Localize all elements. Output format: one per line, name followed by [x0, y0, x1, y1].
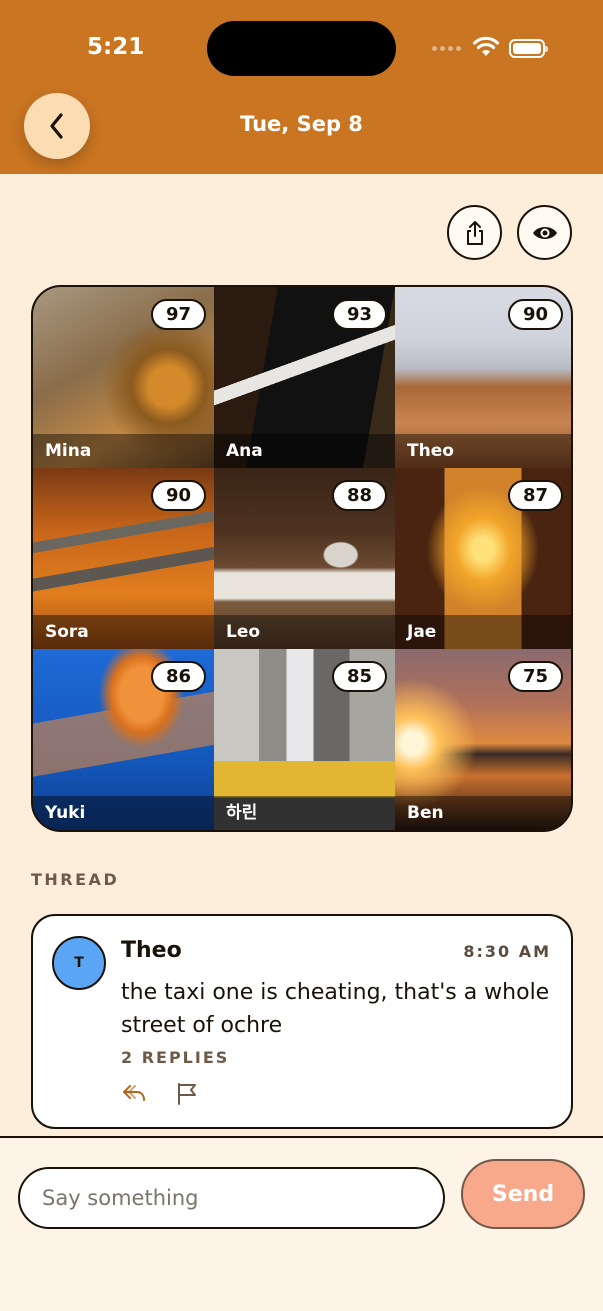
- thread-post: T Theo 8:30 AM the taxi one is cheating,…: [31, 914, 573, 1129]
- tile-name: Ben: [407, 803, 444, 823]
- score-badge: 87: [508, 480, 563, 511]
- photo-tile-leo[interactable]: Leo 88: [214, 468, 395, 649]
- flag-icon[interactable]: [175, 1082, 199, 1106]
- post-time: 8:30 AM: [463, 942, 551, 961]
- eye-icon: [532, 226, 557, 239]
- wifi-icon: [472, 36, 500, 56]
- thread-heading: THREAD: [31, 870, 120, 889]
- eye-button[interactable]: [517, 205, 572, 260]
- photo-grid: Mina 97 Ana 93 Theo 90 Sora 90 Leo 88 Ja…: [31, 285, 573, 832]
- replies-link[interactable]: 2 REPLIES: [121, 1048, 229, 1067]
- photo-tile-ben[interactable]: Ben 75: [395, 649, 571, 830]
- score-badge: 90: [508, 299, 563, 330]
- score-badge: 90: [151, 480, 206, 511]
- score-badge: 97: [151, 299, 206, 330]
- message-input[interactable]: [18, 1167, 445, 1229]
- tile-name: Sora: [45, 622, 89, 642]
- score-badge: 75: [508, 661, 563, 692]
- status-icons: [432, 36, 552, 60]
- tile-name: 하린: [226, 803, 258, 823]
- photo-tile-sora[interactable]: Sora 90: [33, 468, 214, 649]
- send-button[interactable]: Send: [461, 1159, 585, 1229]
- battery-icon: [509, 39, 548, 58]
- photo-tile-yuki[interactable]: Yuki 86: [33, 649, 214, 830]
- photo-tile-theo[interactable]: Theo 90: [395, 287, 571, 468]
- photo-tile-mina[interactable]: Mina 97: [33, 287, 214, 468]
- score-badge: 85: [332, 661, 387, 692]
- tile-name: Leo: [226, 622, 261, 642]
- dynamic-island: [207, 21, 396, 76]
- tile-name: Yuki: [45, 803, 86, 823]
- photo-tile-ana[interactable]: Ana 93: [214, 287, 395, 468]
- share-icon: [466, 220, 483, 245]
- post-author: Theo: [121, 938, 182, 963]
- header-bar: 5:21 Tue, Sep 8: [0, 0, 603, 174]
- score-badge: 93: [332, 299, 387, 330]
- avatar[interactable]: T: [52, 936, 106, 990]
- post-message: the taxi one is cheating, that's a whole…: [121, 980, 550, 1038]
- share-button[interactable]: [447, 205, 502, 260]
- score-badge: 86: [151, 661, 206, 692]
- tile-name: Jae: [407, 622, 437, 642]
- photo-tile-jae[interactable]: Jae 87: [395, 468, 571, 649]
- tile-name: Ana: [226, 441, 263, 461]
- page-title: Tue, Sep 8: [240, 112, 363, 136]
- photo-tile-harin[interactable]: 하린 85: [214, 649, 395, 830]
- score-badge: 88: [332, 480, 387, 511]
- tile-name: Mina: [45, 441, 92, 461]
- signal-icon: [432, 46, 461, 51]
- reply-icon[interactable]: [121, 1082, 147, 1104]
- status-time: 5:21: [87, 34, 145, 60]
- tile-name: Theo: [407, 441, 454, 461]
